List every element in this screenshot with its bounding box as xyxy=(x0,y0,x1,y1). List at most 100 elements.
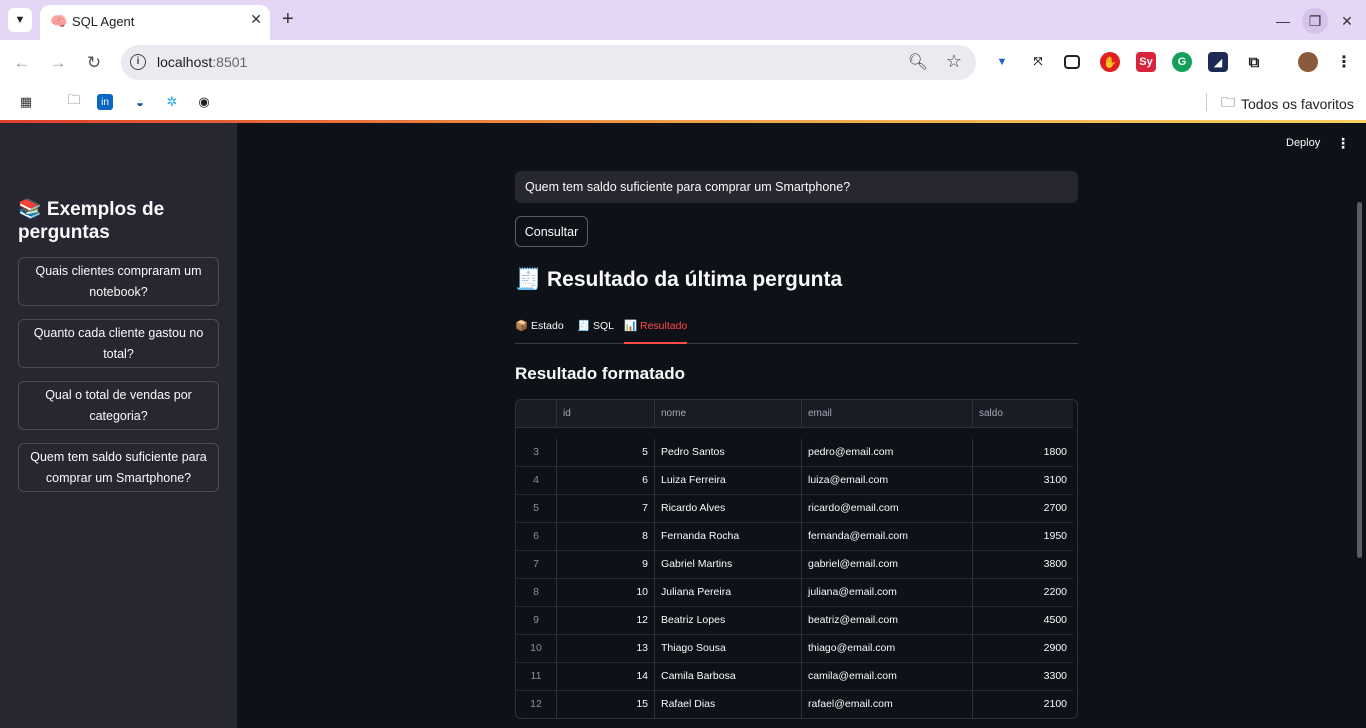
cell-nome[interactable]: Pedro Santos xyxy=(655,439,802,467)
cell-email[interactable]: pedro@email.com xyxy=(802,439,973,467)
cell-saldo[interactable]: 2100 xyxy=(973,691,1073,718)
main-menu-icon[interactable]: ⋮ xyxy=(1336,135,1350,152)
table-row[interactable]: 9 12 Beatriz Lopes beatriz@email.com 4500 xyxy=(516,607,1073,635)
row-index[interactable]: 9 xyxy=(516,607,557,635)
row-index[interactable]: 10 xyxy=(516,635,557,663)
all-bookmarks-folder[interactable]: 🗀 Todos os favoritos xyxy=(1221,92,1354,116)
profile-avatar[interactable] xyxy=(1298,52,1318,72)
cell-saldo[interactable]: 4500 xyxy=(973,607,1073,635)
cell-id[interactable]: 10 xyxy=(557,579,655,607)
cell-email[interactable]: beatriz@email.com xyxy=(802,607,973,635)
bookmark-folder-icon[interactable]: 🗀 xyxy=(64,92,84,112)
table-row[interactable]: 4 6 Luiza Ferreira luiza@email.com 3100 xyxy=(516,467,1073,495)
cell-nome[interactable]: Luiza Ferreira xyxy=(655,467,802,495)
cell-saldo[interactable]: 2200 xyxy=(973,579,1073,607)
cell-saldo[interactable]: 3100 xyxy=(973,467,1073,495)
table-row[interactable]: 10 13 Thiago Sousa thiago@email.com 2900 xyxy=(516,635,1073,663)
browser-menu-icon[interactable]: ⋮ xyxy=(1334,52,1354,72)
linkedin-icon[interactable]: in xyxy=(97,94,113,110)
cell-saldo[interactable]: 2700 xyxy=(973,495,1073,523)
row-index[interactable]: 3 xyxy=(516,439,557,467)
row-index[interactable]: 7 xyxy=(516,551,557,579)
example-question-button-3[interactable]: Qual o total de vendas por categoria? xyxy=(18,381,219,430)
site-info-icon[interactable]: i xyxy=(130,54,146,70)
cell-nome[interactable]: Thiago Sousa xyxy=(655,635,802,663)
cell-nome[interactable]: Gabriel Martins xyxy=(655,551,802,579)
table-row[interactable]: 5 7 Ricardo Alves ricardo@email.com 2700 xyxy=(516,495,1073,523)
extension-v-icon[interactable]: ▼ xyxy=(992,52,1012,72)
column-header-saldo[interactable]: saldo xyxy=(973,400,1073,428)
result-dataframe[interactable]: id nome email saldo 3 5 Pedro Santos pedro@… xyxy=(515,399,1078,719)
extension-grammarly-icon[interactable]: G xyxy=(1172,52,1192,72)
main-scrollbar[interactable] xyxy=(1357,202,1362,558)
column-header-id[interactable]: id xyxy=(557,400,655,428)
close-tab-icon[interactable]: ✕ xyxy=(250,11,262,28)
table-row[interactable]: 6 8 Fernanda Rocha fernanda@email.com 1950 xyxy=(516,523,1073,551)
extension-screen-capture-icon[interactable] xyxy=(1064,55,1080,69)
cell-email[interactable]: juliana@email.com xyxy=(802,579,973,607)
cell-id[interactable]: 8 xyxy=(557,523,655,551)
reload-icon[interactable]: ↻ xyxy=(81,50,107,76)
cell-nome[interactable]: Juliana Pereira xyxy=(655,579,802,607)
tab-estado[interactable]: 📦 Estado xyxy=(515,319,564,344)
cell-id[interactable]: 14 xyxy=(557,663,655,691)
browser-tab[interactable]: 🧠 SQL Agent ✕ xyxy=(40,5,270,40)
bookmark-star-icon[interactable]: ☆ xyxy=(946,51,962,72)
cell-saldo[interactable]: 2900 xyxy=(973,635,1073,663)
row-index[interactable]: 4 xyxy=(516,467,557,495)
tab-resultado[interactable]: 📊 Resultado xyxy=(624,319,688,344)
cell-id[interactable]: 7 xyxy=(557,495,655,523)
minimize-icon[interactable]: — xyxy=(1270,8,1296,34)
cell-nome[interactable]: Rafael Dias xyxy=(655,691,802,718)
table-row[interactable]: 12 15 Rafael Dias rafael@email.com 2100 xyxy=(516,691,1073,718)
cell-id[interactable]: 5 xyxy=(557,439,655,467)
bookmark-chat-icon[interactable]: ◒ xyxy=(130,92,150,112)
new-tab-plus-icon[interactable]: + xyxy=(282,8,294,30)
bookmark-star-badge-icon[interactable]: ✲ xyxy=(162,92,182,112)
cell-saldo[interactable]: 3300 xyxy=(973,663,1073,691)
cell-email[interactable]: rafael@email.com xyxy=(802,691,973,718)
cell-nome[interactable]: Camila Barbosa xyxy=(655,663,802,691)
zoom-icon[interactable]: 🔍︎ xyxy=(908,52,928,72)
row-index[interactable]: 11 xyxy=(516,663,557,691)
close-window-icon[interactable]: ✕ xyxy=(1334,8,1360,34)
table-row[interactable]: 3 5 Pedro Santos pedro@email.com 1800 xyxy=(516,439,1073,467)
cell-nome[interactable]: Beatriz Lopes xyxy=(655,607,802,635)
consult-button[interactable]: Consultar xyxy=(515,216,588,247)
row-index[interactable]: 8 xyxy=(516,579,557,607)
example-question-button-2[interactable]: Quanto cada cliente gastou no total? xyxy=(18,319,219,368)
question-input[interactable] xyxy=(515,171,1078,203)
column-header-nome[interactable]: nome xyxy=(655,400,802,428)
extension-sy-icon[interactable]: Sy xyxy=(1136,52,1156,72)
cell-id[interactable]: 12 xyxy=(557,607,655,635)
table-row[interactable]: 7 9 Gabriel Martins gabriel@email.com 3800 xyxy=(516,551,1073,579)
row-index[interactable]: 12 xyxy=(516,691,557,718)
cell-email[interactable]: luiza@email.com xyxy=(802,467,973,495)
cell-email[interactable]: gabriel@email.com xyxy=(802,551,973,579)
table-row[interactable]: 11 14 Camila Barbosa camila@email.com 3300 xyxy=(516,663,1073,691)
cell-nome[interactable]: Fernanda Rocha xyxy=(655,523,802,551)
example-question-button-4[interactable]: Quem tem saldo suficiente para comprar u… xyxy=(18,443,219,492)
table-row[interactable]: 8 10 Juliana Pereira juliana@email.com 2200 xyxy=(516,579,1073,607)
cell-email[interactable]: thiago@email.com xyxy=(802,635,973,663)
deploy-button[interactable]: Deploy xyxy=(1286,137,1320,149)
cell-saldo[interactable]: 1800 xyxy=(973,439,1073,467)
extensions-puzzle-icon[interactable]: ⧉ xyxy=(1244,52,1264,72)
cell-id[interactable]: 6 xyxy=(557,467,655,495)
example-question-button-1[interactable]: Quais clientes compraram um notebook? xyxy=(18,257,219,306)
cell-saldo[interactable]: 1950 xyxy=(973,523,1073,551)
cell-email[interactable]: ricardo@email.com xyxy=(802,495,973,523)
back-arrow-icon[interactable]: ← xyxy=(9,50,35,76)
cell-email[interactable]: fernanda@email.com xyxy=(802,523,973,551)
forward-arrow-icon[interactable]: → xyxy=(45,50,71,76)
extension-expand-icon[interactable]: ⤧ xyxy=(1028,52,1048,72)
cell-id[interactable]: 13 xyxy=(557,635,655,663)
apps-grid-icon[interactable]: ▦ xyxy=(16,92,36,112)
extension-stop-icon[interactable]: ✋ xyxy=(1100,52,1120,72)
tab-sql[interactable]: 🧾 SQL xyxy=(577,319,614,344)
cell-id[interactable]: 9 xyxy=(557,551,655,579)
cell-nome[interactable]: Ricardo Alves xyxy=(655,495,802,523)
cell-email[interactable]: camila@email.com xyxy=(802,663,973,691)
tab-search-chevron-icon[interactable]: ▼ xyxy=(8,8,32,32)
restore-window-icon[interactable]: ❐ xyxy=(1302,8,1328,34)
